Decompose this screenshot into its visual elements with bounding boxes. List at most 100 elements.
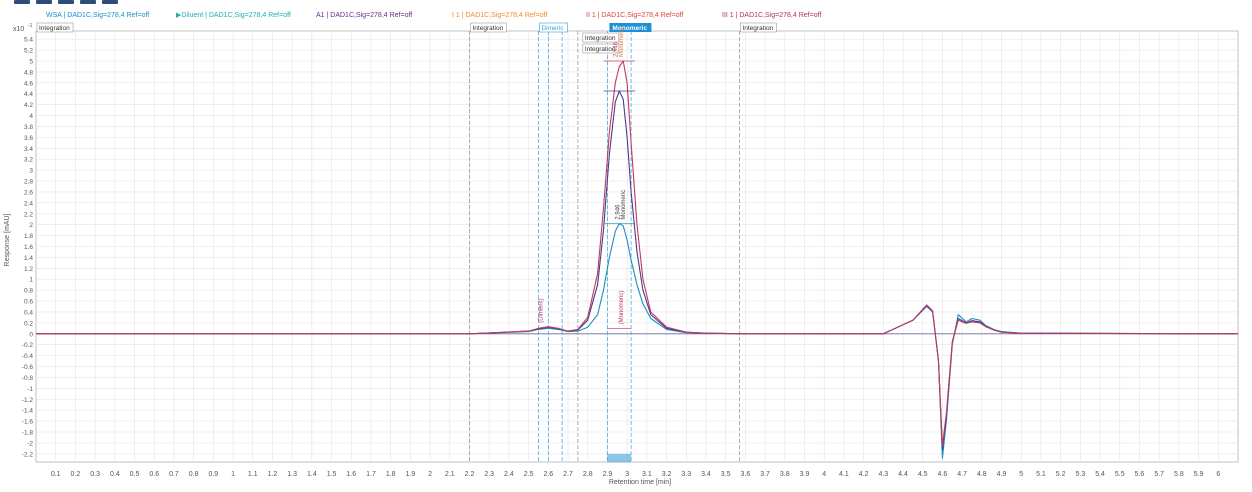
- y-tick-label: 0.2: [24, 320, 33, 327]
- x-tick-label: 1: [231, 471, 235, 478]
- x-tick-label: 0.6: [149, 471, 159, 478]
- x-tick-label: 0.4: [110, 471, 120, 478]
- pan-icon[interactable]: [58, 0, 74, 4]
- x-tick-label: 0.7: [169, 471, 179, 478]
- x-tick-label: 0.2: [71, 471, 81, 478]
- peak-label: (Dimeric): [538, 298, 544, 322]
- y-tick-label: -2: [27, 440, 33, 447]
- toolbar: [14, 0, 118, 4]
- y-tick-label: -0.6: [22, 364, 34, 371]
- y-tick-label: 2.4: [24, 200, 33, 207]
- x-tick-label: 2.1: [445, 471, 455, 478]
- y-tick-label: 2.6: [24, 189, 33, 196]
- x-tick-label: 6: [1216, 471, 1220, 478]
- region-label-monomeric: Monomeric: [612, 25, 647, 32]
- x-tick-label: 5.4: [1095, 471, 1105, 478]
- x-tick-label: 2: [428, 471, 432, 478]
- legend-item[interactable]: I 1 | DAD1C,Sig=278,4 Ref=off: [452, 12, 548, 19]
- y-tick-label: 3: [29, 168, 33, 175]
- x-tick-label: 4.9: [997, 471, 1007, 478]
- x-tick-label: 5: [1019, 471, 1023, 478]
- x-axis-label: Retention time [min]: [609, 479, 671, 486]
- integration-box-label: Integration: [473, 25, 504, 32]
- legend-item[interactable]: ▶Diluent | DAD1C,Sig=278,4 Ref=off: [176, 12, 291, 19]
- reset-icon[interactable]: [80, 0, 96, 4]
- x-tick-label: 5.2: [1056, 471, 1066, 478]
- x-tick-label: 5.3: [1075, 471, 1085, 478]
- y-tick-label: 1.4: [24, 255, 33, 262]
- region-label-dimeric: Dimeric: [541, 25, 564, 32]
- legend-item[interactable]: III 1 | DAD1C,Sig=278,4 Ref=off: [722, 12, 821, 19]
- legend-item[interactable]: II 1 | DAD1C,Sig=278,4 Ref=off: [586, 12, 683, 19]
- x-tick-label: 4.2: [859, 471, 869, 478]
- x-tick-label: 5.1: [1036, 471, 1046, 478]
- peak-label: Monomeric: [619, 27, 625, 57]
- y-tick-label: -1.4: [22, 408, 34, 415]
- x-tick-label: 2.5: [524, 471, 534, 478]
- y-tick-label: 2.2: [24, 211, 33, 218]
- y-tick-label: 1.2: [24, 266, 33, 273]
- y-tick-label: 0.8: [24, 288, 33, 295]
- y-tick-label: -1: [27, 386, 33, 393]
- x-tick-label: 1.1: [248, 471, 258, 478]
- x-tick-label: 3.6: [741, 471, 751, 478]
- x-tick-label: 1.5: [327, 471, 337, 478]
- x-tick-label: 5.6: [1135, 471, 1145, 478]
- y-tick-label: 1.8: [24, 233, 33, 240]
- chart-tool-icon[interactable]: [14, 0, 30, 4]
- legend-item[interactable]: WSA | DAD1C,Sig=278,4 Ref=off: [46, 12, 149, 19]
- y-tick-label: 4: [29, 113, 33, 120]
- x-tick-label: 1.2: [268, 471, 278, 478]
- integration-box-label: Integration: [742, 25, 773, 32]
- x-tick-label: 3.5: [721, 471, 731, 478]
- peak-range-marker: [607, 453, 632, 463]
- y-tick-label: 3.6: [24, 135, 33, 142]
- y-tick-label: -2.2: [22, 451, 34, 458]
- legend-item[interactable]: A1 | DAD1C,Sig=278,4 Ref=off: [316, 12, 412, 19]
- y-tick-label: 4.4: [24, 91, 33, 98]
- y-tick-label: 4.2: [24, 102, 33, 109]
- x-tick-label: 2.4: [504, 471, 514, 478]
- x-tick-label: 0.9: [208, 471, 218, 478]
- x-tick-label: 4: [822, 471, 826, 478]
- y-tick-label: -1.6: [22, 419, 34, 426]
- x-tick-label: 0.3: [90, 471, 100, 478]
- x-tick-label: 3.7: [760, 471, 770, 478]
- x-tick-label: 4.7: [957, 471, 967, 478]
- zoom-icon[interactable]: [36, 0, 52, 4]
- y-tick-label: 1: [29, 277, 33, 284]
- y-tick-label: 3.4: [24, 146, 33, 153]
- x-tick-label: 0.1: [51, 471, 61, 478]
- x-tick-label: 2.3: [484, 471, 494, 478]
- x-tick-label: 3: [625, 471, 629, 478]
- overlay-icon[interactable]: [102, 0, 118, 4]
- x-tick-label: 5.8: [1174, 471, 1184, 478]
- y-tick-label: 0.4: [24, 309, 33, 316]
- x-tick-label: 3.2: [662, 471, 672, 478]
- chromatogram-chart: 0.1 0.2 0.3 0.4 0.5 0.6 0.7 0.8 0.9 1 1.1 1.2 1.3 1.4…: [0, 0, 1252, 487]
- x-tick-label: 3.9: [800, 471, 810, 478]
- y-tick-label: 0: [29, 331, 33, 338]
- y-tick-label: 4.6: [24, 80, 33, 87]
- x-tick-label: 2.2: [465, 471, 475, 478]
- x-tick-label: 1.6: [346, 471, 356, 478]
- x-tick-label: 5.9: [1194, 471, 1204, 478]
- integration-box-label: Integration: [585, 35, 616, 42]
- y-tick-label: -1.2: [22, 397, 34, 404]
- y-tick-label: -0.8: [22, 375, 34, 382]
- y-tick-label: -1.8: [22, 429, 34, 436]
- peak-label: (Monomeric): [619, 291, 625, 325]
- y-tick-label: 0.6: [24, 299, 33, 306]
- y-multiplier-exp: -1: [28, 23, 33, 29]
- integration-box-label: Integration: [39, 25, 70, 32]
- chromatogram-svg[interactable]: 0.1 0.2 0.3 0.4 0.5 0.6 0.7 0.8 0.9 1 1.1 1.2 1.3 1.4…: [0, 0, 1252, 487]
- x-tick-label: 5.5: [1115, 471, 1125, 478]
- x-tick-label: 5.7: [1154, 471, 1164, 478]
- y-multiplier-label: x10: [13, 26, 24, 33]
- x-tick-label: 2.7: [563, 471, 573, 478]
- y-tick-label: 5: [29, 59, 33, 66]
- x-tick-label: 4.5: [918, 471, 928, 478]
- x-tick-label: 4.6: [938, 471, 948, 478]
- x-tick-label: 0.5: [130, 471, 140, 478]
- x-tick-label: 1.7: [366, 471, 376, 478]
